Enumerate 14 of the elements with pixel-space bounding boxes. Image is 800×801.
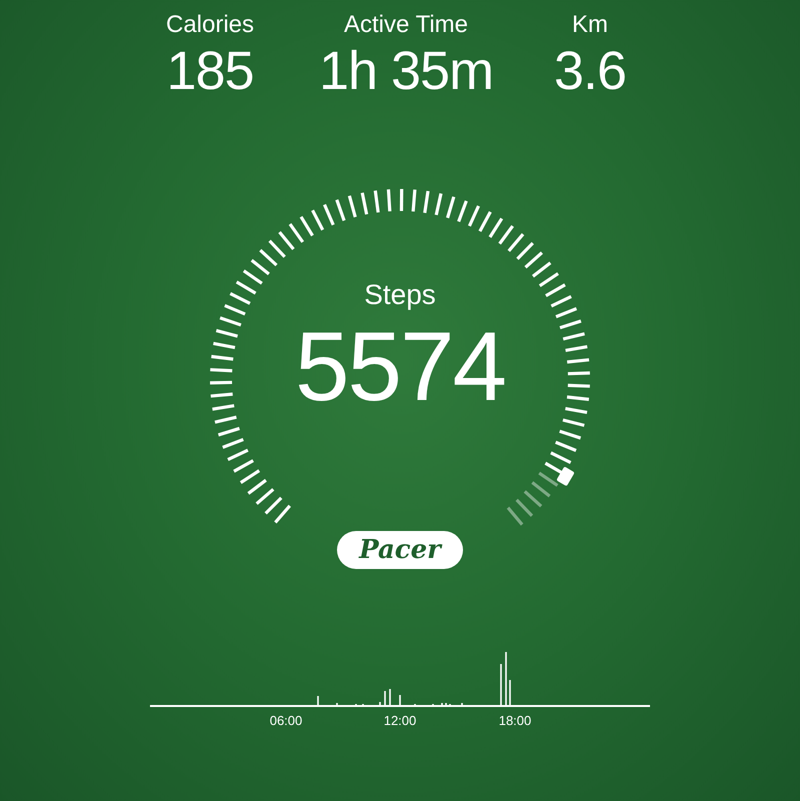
stat-value: 185 [166,40,254,102]
steps-label: Steps [364,279,436,311]
stat-value: 3.6 [554,40,626,102]
stat-value: 1h 35m [318,40,494,102]
stat-label: Km [572,10,608,40]
axis-label: 06:00 [270,713,302,728]
axis-label: 12:00 [384,713,416,728]
stat-label: Active Time [344,10,468,40]
logo: Pacer [337,531,463,569]
axis-label: 18:00 [498,713,532,728]
gauge-remaining-ticks-drawing [506,472,558,526]
gauge-marker [556,466,575,486]
stat-label: Calories [166,10,254,40]
steps-value: 5574 [294,311,505,421]
